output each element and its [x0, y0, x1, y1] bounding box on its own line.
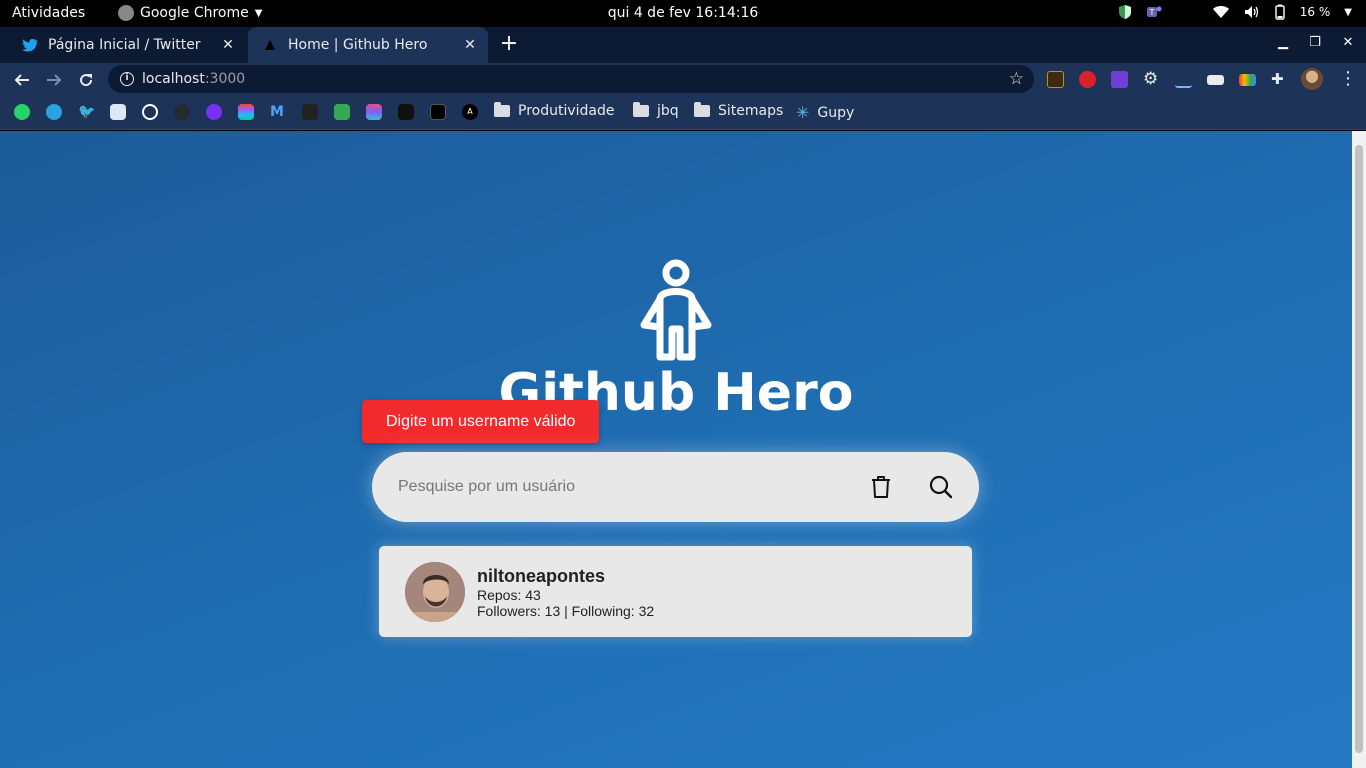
- browser-toolbar: i localhost:3000 ☆ ⚙ ✚ ⋮: [0, 63, 1366, 96]
- bookmark-folder-produtividade[interactable]: Produtividade: [494, 102, 615, 119]
- m-icon[interactable]: M: [270, 104, 286, 120]
- close-icon[interactable]: ✕: [460, 35, 480, 55]
- page-title: Github Hero: [498, 363, 854, 423]
- a-icon[interactable]: A: [462, 104, 478, 120]
- battery-icon: [1275, 4, 1285, 20]
- bookmark-folder-sitemaps[interactable]: Sitemaps: [694, 102, 784, 119]
- system-tray[interactable]: T 16 % ▼: [1118, 4, 1352, 20]
- reload-button[interactable]: [74, 68, 98, 92]
- search-input[interactable]: [398, 470, 838, 504]
- clear-button[interactable]: [867, 473, 895, 501]
- arrow-icon[interactable]: [430, 104, 446, 120]
- app-menu-label: Google Chrome: [140, 5, 249, 21]
- user-login: niltoneapontes: [477, 566, 606, 586]
- search-button[interactable]: [927, 473, 955, 501]
- scrollbar-thumb[interactable]: [1355, 145, 1363, 753]
- battery-percent: 16 %: [1299, 5, 1331, 19]
- folder-icon: [494, 102, 510, 117]
- error-toast[interactable]: Digite um username válido: [362, 400, 599, 443]
- volume-icon: [1244, 6, 1258, 18]
- menu-icon[interactable]: ⋮: [1339, 68, 1357, 90]
- system-top-bar: Atividades Google Chrome ▼ qui 4 de fev …: [0, 0, 1366, 27]
- arrow-right-icon: [47, 74, 62, 86]
- info-icon[interactable]: i: [120, 72, 134, 86]
- pen-icon[interactable]: [1175, 71, 1192, 88]
- restore-icon[interactable]: ❐: [1305, 35, 1325, 55]
- adblock-icon[interactable]: [1079, 71, 1096, 88]
- close-icon[interactable]: ✕: [218, 35, 238, 55]
- address-bar[interactable]: i localhost:3000 ☆: [108, 65, 1034, 93]
- superhero-icon: [640, 259, 712, 361]
- bookmark-folder-jbq[interactable]: jbq: [633, 102, 679, 119]
- check-circle-icon[interactable]: [142, 104, 158, 120]
- tab-title: Página Inicial / Twitter: [48, 37, 201, 53]
- meet-icon[interactable]: [334, 104, 350, 120]
- search-icon: [929, 475, 953, 499]
- close-window-icon[interactable]: ✕: [1338, 35, 1358, 55]
- vercel-icon: [262, 37, 278, 53]
- puzzle-icon[interactable]: ✚: [1271, 71, 1288, 88]
- tab-github-hero[interactable]: Home | Github Hero ✕: [248, 27, 488, 63]
- folder-icon: [633, 102, 649, 117]
- teams-icon: T: [1146, 6, 1162, 17]
- slash-icon[interactable]: [398, 104, 414, 120]
- telegram-icon[interactable]: [46, 104, 62, 120]
- figma-icon[interactable]: [238, 104, 254, 120]
- tab-strip: Página Inicial / Twitter ✕ Home | Github…: [0, 27, 1366, 63]
- avatar: [405, 562, 465, 622]
- user-card[interactable]: niltoneapontes Repos: 43 Followers: 13 |…: [379, 546, 972, 637]
- outlook-icon[interactable]: [110, 104, 126, 120]
- user-follow-stats: Followers: 13 | Following: 32: [477, 603, 655, 619]
- star-icon[interactable]: ☆: [1009, 69, 1024, 89]
- gear-icon[interactable]: ⚙: [1143, 71, 1160, 88]
- chrome-icon: [118, 5, 134, 21]
- extension-badge-icon[interactable]: [1111, 71, 1128, 88]
- chevron-down-icon: ▼: [254, 7, 263, 19]
- colorpick-icon[interactable]: [1239, 74, 1256, 86]
- profile-avatar[interactable]: [1301, 68, 1323, 90]
- extension-k-icon[interactable]: [1047, 71, 1064, 88]
- cast-icon[interactable]: [1207, 75, 1224, 85]
- trash-icon: [872, 476, 890, 498]
- bookmark-folder-label: Sitemaps: [718, 103, 784, 119]
- reload-icon: [80, 74, 93, 87]
- twitter-icon[interactable]: 🐦: [78, 104, 95, 120]
- shield-icon: [1118, 5, 1131, 19]
- bookmark-label: Gupy: [817, 104, 855, 121]
- pro-icon[interactable]: [302, 104, 318, 120]
- search-bar: [372, 452, 979, 522]
- forward-button[interactable]: [42, 68, 66, 92]
- arrow-left-icon: [14, 74, 29, 86]
- page-scrollbar[interactable]: [1352, 131, 1366, 768]
- user-repos: Repos: 43: [477, 587, 541, 603]
- bookmark-folder-label: Produtividade: [518, 103, 615, 119]
- twitter-icon: [22, 37, 38, 53]
- wifi-icon: [1212, 6, 1229, 18]
- folder-icon: [694, 102, 710, 117]
- url-text: localhost:3000: [142, 71, 246, 87]
- bookmarks-bar: 🐦 M A Produtividade jbq Sitemaps ✳ Gupy: [0, 96, 1366, 130]
- tab-title: Home | Github Hero: [288, 37, 428, 53]
- github-icon[interactable]: [174, 104, 190, 120]
- gupy-icon: ✳: [796, 103, 810, 122]
- back-button[interactable]: [10, 68, 34, 92]
- eye-icon[interactable]: [206, 104, 222, 120]
- stack-icon[interactable]: [366, 104, 382, 120]
- svg-text:T: T: [1148, 8, 1154, 17]
- activities-button[interactable]: Atividades: [12, 5, 85, 21]
- chevron-down-icon: ▼: [1344, 6, 1352, 18]
- bookmark-gupy[interactable]: ✳ Gupy: [796, 103, 854, 122]
- page-viewport: Github Hero Digite um username válido ni…: [0, 131, 1352, 768]
- whatsapp-icon[interactable]: [14, 104, 30, 120]
- tab-twitter[interactable]: Página Inicial / Twitter ✕: [8, 27, 246, 63]
- app-menu[interactable]: Google Chrome ▼: [118, 5, 262, 21]
- new-tab-button[interactable]: +: [498, 33, 520, 56]
- minimize-icon[interactable]: ▁: [1273, 35, 1293, 55]
- bookmark-folder-label: jbq: [657, 103, 679, 119]
